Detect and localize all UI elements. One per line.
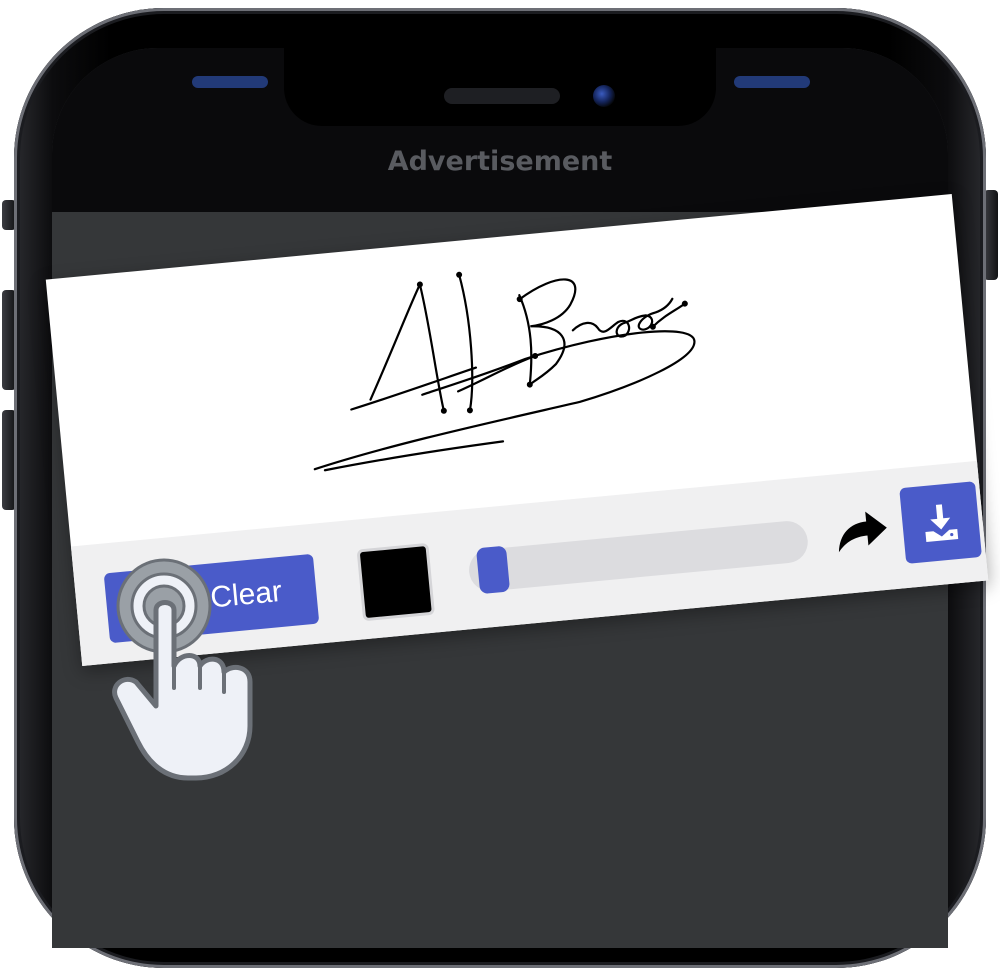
advertisement-label: Advertisement [387, 146, 613, 177]
speaker-grille [444, 88, 560, 104]
phone-power-button [984, 190, 998, 280]
stroke-width-slider[interactable] [467, 519, 810, 595]
download-icon [925, 504, 959, 542]
redo-arrow-icon[interactable] [831, 504, 891, 559]
pen-color-picker[interactable] [356, 542, 436, 622]
front-camera [593, 85, 615, 107]
notch [284, 48, 716, 126]
status-indicator-left [192, 76, 268, 88]
stroke-width-slider-thumb[interactable] [475, 545, 511, 595]
stroke-width-slider-fill [467, 551, 471, 593]
tap-hand-icon [112, 558, 253, 781]
status-area: Advertisement [52, 48, 948, 212]
status-indicator-right [734, 76, 810, 88]
download-button[interactable] [899, 481, 982, 564]
